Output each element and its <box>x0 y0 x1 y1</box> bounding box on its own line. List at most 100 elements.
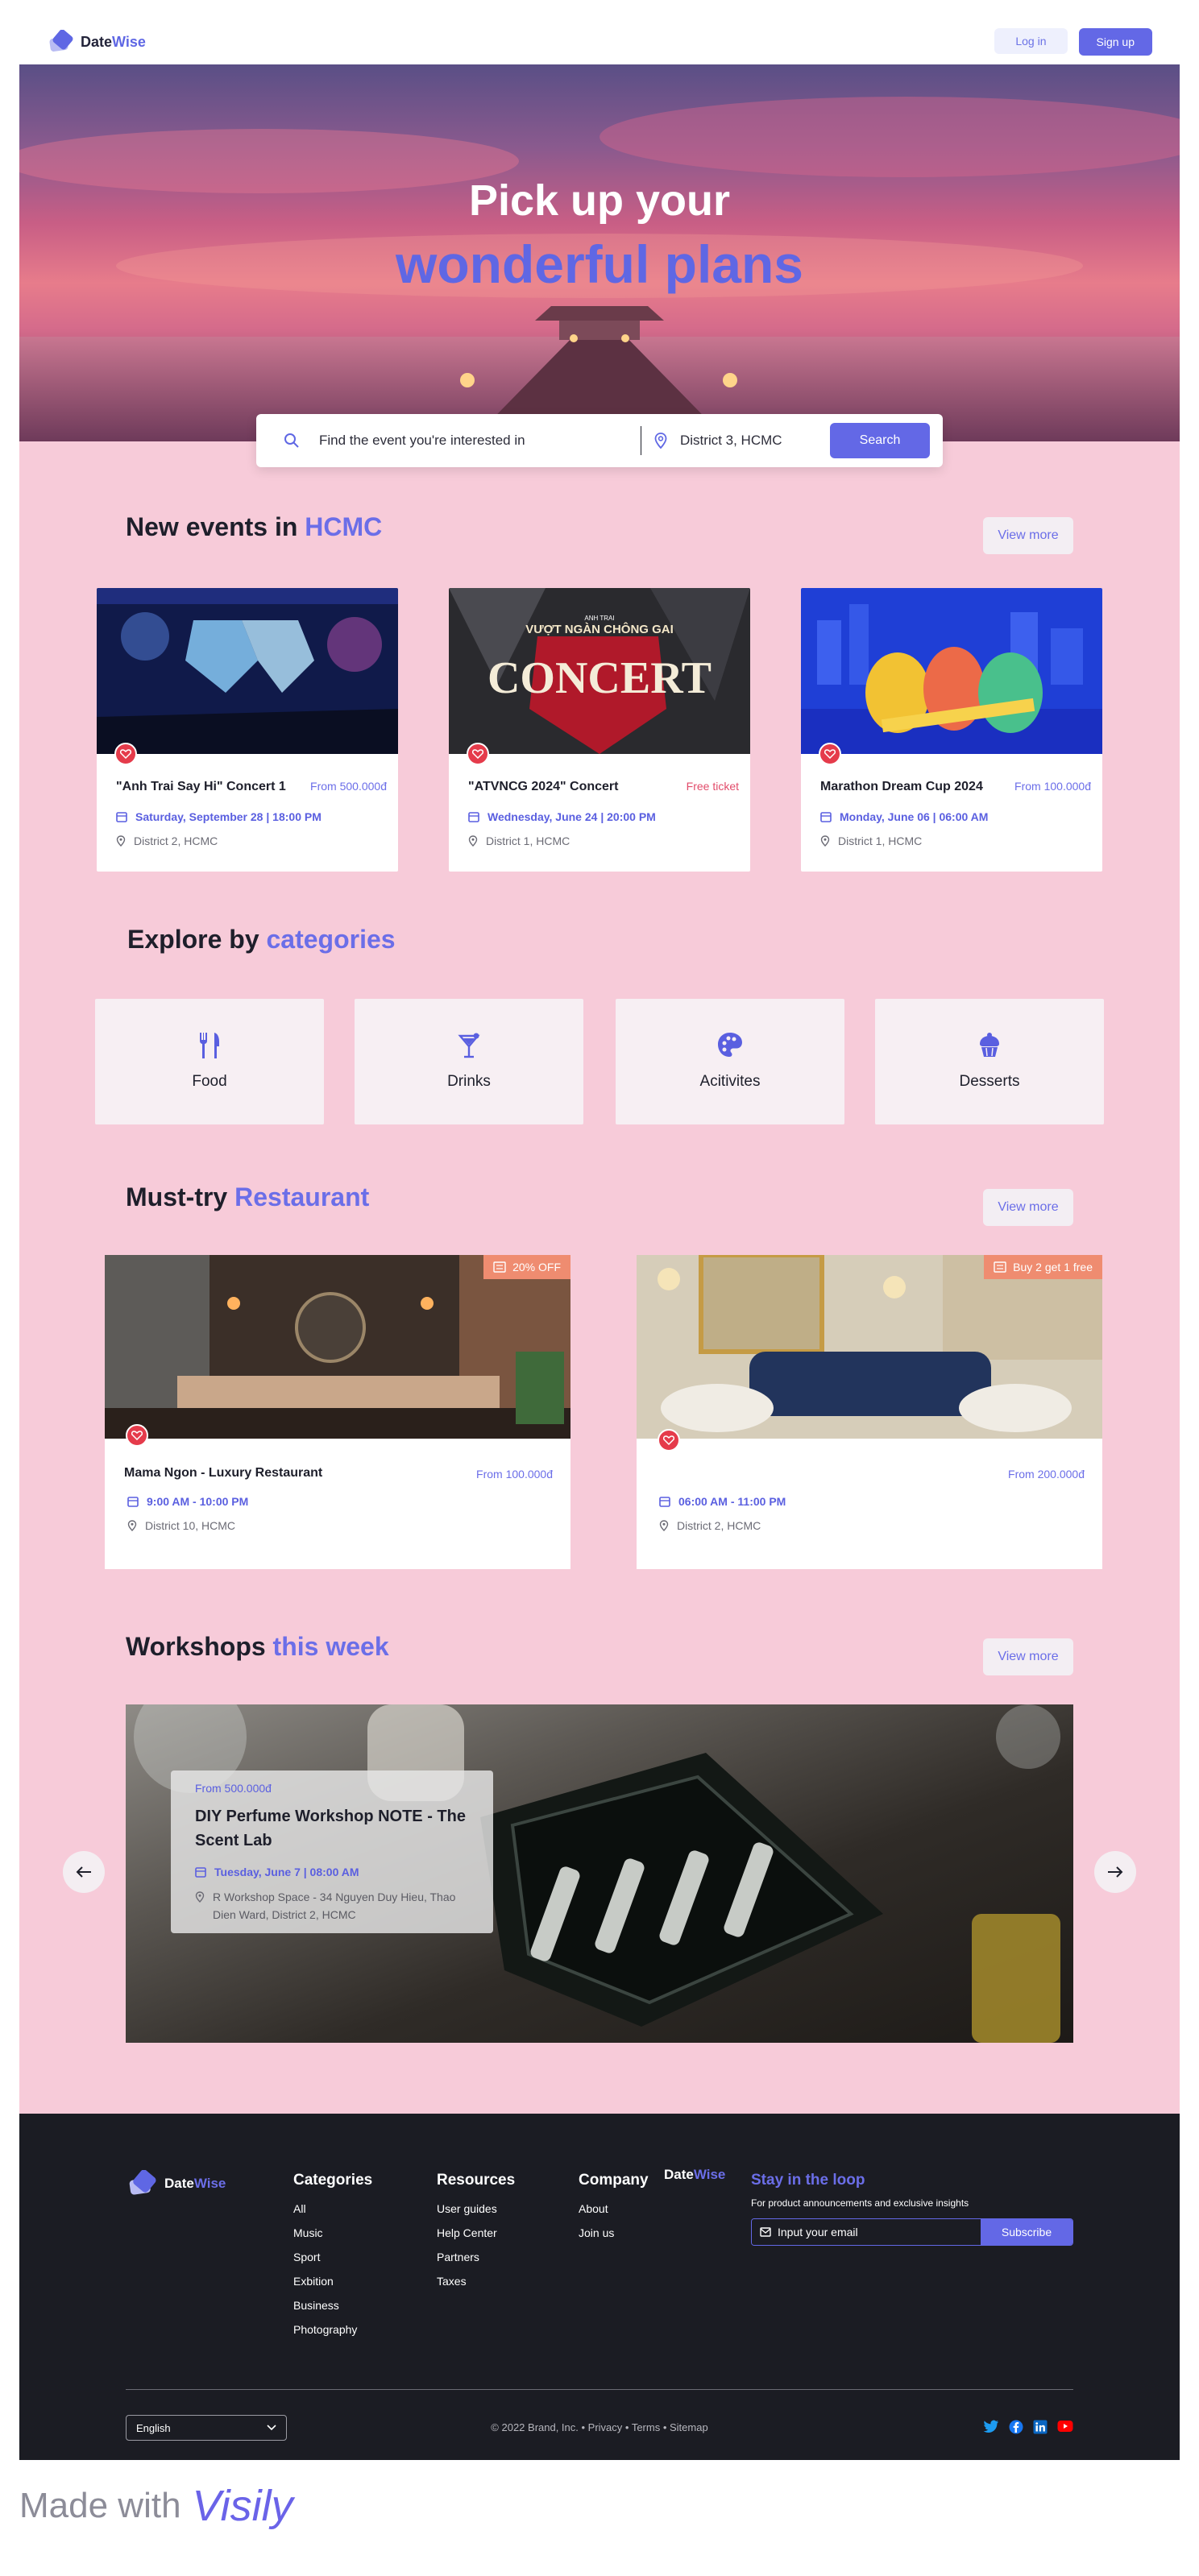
subscribe-button[interactable]: Subscribe <box>981 2219 1072 2245</box>
event-location: District 1, HCMC <box>468 835 570 847</box>
email-input[interactable]: Input your email <box>752 2219 981 2245</box>
footer-link[interactable]: Business <box>293 2299 372 2312</box>
ticket-icon <box>493 1261 506 1273</box>
footer-link[interactable]: Taxes <box>437 2275 515 2288</box>
palette-icon <box>718 1033 742 1057</box>
poster-text-c: CONCERT <box>487 653 712 703</box>
favorite-heart-icon[interactable] <box>467 743 489 765</box>
cocktail-icon <box>458 1033 480 1058</box>
footer-brand-b: Wise <box>193 2176 226 2191</box>
location-pin-icon <box>659 1520 669 1531</box>
footer-link[interactable]: Sport <box>293 2251 372 2263</box>
search-button[interactable]: Search <box>830 423 930 458</box>
carousel-next-button[interactable] <box>1094 1851 1136 1893</box>
event-location: District 1, HCMC <box>820 835 922 847</box>
made-with-badge[interactable]: Made with Visily <box>19 2481 293 2531</box>
favorite-heart-icon[interactable] <box>114 743 137 765</box>
location-value: District 3, HCMC <box>680 433 782 448</box>
top-nav: Date Wise Log in Sign up <box>19 19 1180 64</box>
footer-logo[interactable]: Date Wise <box>126 2170 226 2197</box>
social-links <box>983 2420 1073 2434</box>
workshop-carousel-slide[interactable]: From 500.000đ DIY Perfume Workshop NOTE … <box>126 1704 1073 2043</box>
event-card[interactable]: "Anh Trai Say Hi" Concert 1 From 500.000… <box>97 588 398 872</box>
cupcake-icon <box>980 1033 999 1057</box>
category-card-drinks[interactable]: Drinks <box>355 999 583 1124</box>
facebook-icon[interactable] <box>1009 2420 1023 2434</box>
restaurant-hours: 9:00 AM - 10:00 PM <box>127 1495 248 1508</box>
login-button[interactable]: Log in <box>994 28 1068 54</box>
events-view-more-button[interactable]: View more <box>983 517 1073 554</box>
footer-col-company: Company About Join us <box>579 2172 649 2251</box>
favorite-heart-icon[interactable] <box>126 1424 148 1447</box>
events-title-text: New events in <box>126 512 298 541</box>
linkedin-icon[interactable] <box>1033 2420 1048 2434</box>
footer-link[interactable]: Exbition <box>293 2275 372 2288</box>
workshop-name: DIY Perfume Workshop NOTE - The Scent La… <box>195 1808 466 1849</box>
events-title-highlight: HCMC <box>305 512 383 541</box>
workshop-location: R Workshop Space - 34 Nguyen Duy Hieu, T… <box>195 1888 477 1924</box>
workshop-date-text: Tuesday, June 7 | 08:00 AM <box>214 1866 359 1878</box>
carousel-prev-button[interactable] <box>63 1851 105 1893</box>
event-price: Free ticket <box>686 780 739 793</box>
utensils-icon <box>199 1033 219 1058</box>
brand-name-b: Wise <box>112 33 146 50</box>
category-label: Drinks <box>447 1073 491 1090</box>
categories-title-highlight: categories <box>266 925 396 954</box>
categories-title-text: Explore by <box>127 925 259 954</box>
brand-logo[interactable]: Date Wise <box>47 30 146 54</box>
location-pin-icon <box>195 1891 205 1903</box>
footer-col-resources: Resources User guides Help Center Partne… <box>437 2172 515 2299</box>
event-date-text: Wednesday, June 24 | 20:00 PM <box>487 810 656 823</box>
footer-link[interactable]: Join us <box>579 2226 649 2239</box>
twitter-icon[interactable] <box>983 2420 999 2434</box>
restaurant-card[interactable]: 20% OFF Mama Ngon - Luxury Restaurant Fr… <box>105 1255 570 1569</box>
footer-link[interactable]: Help Center <box>437 2226 515 2239</box>
footer-link[interactable]: About <box>579 2202 649 2215</box>
event-location-text: District 2, HCMC <box>134 835 218 847</box>
restaurant-location-text: District 10, HCMC <box>145 1519 236 1532</box>
event-card[interactable]: ANH TRAI VƯỢT NGÀN CHÔNG GAI CONCERT "AT… <box>449 588 750 872</box>
restaurant-hours-text: 9:00 AM - 10:00 PM <box>147 1495 249 1508</box>
restaurants-view-more-button[interactable]: View more <box>983 1189 1073 1226</box>
footer-link[interactable]: All <box>293 2202 372 2215</box>
event-date: Monday, June 06 | 06:00 AM <box>820 810 988 823</box>
event-price: From 100.000đ <box>1014 780 1091 793</box>
ticket-icon <box>994 1261 1006 1273</box>
restaurant-location: District 10, HCMC <box>127 1519 235 1532</box>
event-date: Saturday, September 28 | 18:00 PM <box>116 810 322 823</box>
search-input[interactable]: Find the event you're interested in <box>269 433 628 449</box>
category-card-food[interactable]: Food <box>95 999 324 1124</box>
favorite-heart-icon[interactable] <box>819 743 841 765</box>
youtube-icon[interactable] <box>1057 2420 1073 2433</box>
event-name: "ATVNCG 2024" Concert <box>468 780 619 793</box>
event-price: From 500.000đ <box>310 780 387 793</box>
footer-link[interactable]: User guides <box>437 2202 515 2215</box>
hero-banner: Pick up your wonderful plans <box>19 64 1180 441</box>
favorite-heart-icon[interactable] <box>658 1429 680 1452</box>
category-label: Acitivites <box>699 1073 761 1090</box>
footer-brand-a: Date <box>164 2176 194 2191</box>
newsletter: Stay in the loop For product announcemen… <box>751 2172 1073 2246</box>
event-date-text: Monday, June 06 | 06:00 AM <box>840 810 989 823</box>
calendar-icon <box>127 1497 139 1507</box>
restaurant-name: Mama Ngon - Luxury Restaurant <box>124 1466 323 1480</box>
made-with-text: Made with <box>19 2486 181 2525</box>
event-name: Marathon Dream Cup 2024 <box>820 780 983 793</box>
location-pin-icon <box>654 433 667 449</box>
location-select[interactable]: District 3, HCMC <box>654 433 830 449</box>
signup-button[interactable]: Sign up <box>1078 28 1152 56</box>
event-card[interactable]: Marathon Dream Cup 2024 From 100.000đ Mo… <box>801 588 1102 872</box>
footer-link[interactable]: Photography <box>293 2323 372 2336</box>
restaurant-location-text: District 2, HCMC <box>677 1519 761 1532</box>
workshop-location-text: R Workshop Space - 34 Nguyen Duy Hieu, T… <box>213 1891 456 1921</box>
hero-title-highlight: wonderful plans <box>395 234 804 294</box>
category-card-activities[interactable]: Acitivites <box>616 999 844 1124</box>
workshop-price: From 500.000đ <box>195 1782 272 1795</box>
footer-link[interactable]: Partners <box>437 2251 515 2263</box>
footer-link[interactable]: Music <box>293 2226 372 2239</box>
category-card-desserts[interactable]: Desserts <box>875 999 1104 1124</box>
restaurant-card[interactable]: Buy 2 get 1 free From 200.000đ 06:00 AM … <box>637 1255 1102 1569</box>
event-location: District 2, HCMC <box>116 835 218 847</box>
workshops-view-more-button[interactable]: View more <box>983 1638 1073 1675</box>
email-placeholder: Input your email <box>778 2226 858 2238</box>
